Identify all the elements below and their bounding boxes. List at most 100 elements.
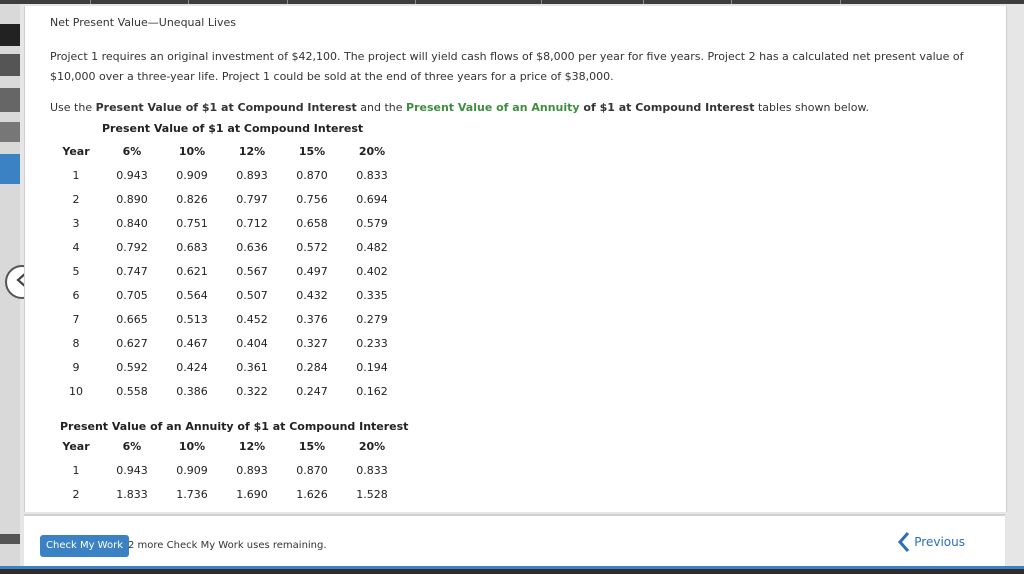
factor-cell: 1.833 [116, 487, 148, 501]
table-row: 7 0.665 0.513 0.452 0.376 0.279 [50, 307, 402, 331]
factor-cell: 0.424 [176, 360, 208, 374]
factor-cell: 0.909 [176, 463, 208, 477]
top-bar-ticks [0, 0, 1024, 4]
factor-cell: 0.507 [236, 288, 268, 302]
factor-cell: 1.690 [236, 487, 268, 501]
factor-cell: 0.592 [116, 360, 148, 374]
factor-cell: 0.513 [176, 312, 208, 326]
year-cell: 5 [72, 264, 80, 278]
year-cell: 4 [72, 240, 80, 254]
factor-cell: 0.747 [116, 264, 148, 278]
pv-table-section: Present Value of $1 at Compound Interest… [50, 122, 995, 403]
factor-cell: 0.751 [176, 216, 208, 230]
year-cell: 2 [72, 487, 80, 501]
factor-cell: 0.467 [176, 336, 208, 350]
column-header-rate: 12% [238, 144, 266, 158]
table-row: 2 1.833 1.736 1.690 1.626 1.528 [50, 482, 402, 506]
factor-cell: 0.386 [176, 384, 208, 398]
factor-cell: 0.432 [296, 288, 328, 302]
table-row: 10 0.558 0.386 0.322 0.247 0.162 [50, 379, 402, 403]
previous-label: Previous [914, 535, 965, 549]
annuity-table-link[interactable]: Present Value of an Annuity [406, 101, 580, 114]
column-header-rate: 10% [178, 439, 206, 453]
factor-cell: 0.335 [356, 288, 388, 302]
factor-cell: 0.705 [116, 288, 148, 302]
factor-cell: 0.893 [236, 463, 268, 477]
factor-cell: 0.284 [296, 360, 328, 374]
factor-cell: 1.626 [296, 487, 328, 501]
instruction-text: Use the Present Value of $1 at Compound … [50, 101, 869, 114]
column-header-rate: 10% [178, 144, 206, 158]
factor-cell: 0.327 [296, 336, 328, 350]
year-cell: 8 [72, 336, 80, 350]
column-header-year: Year [62, 439, 90, 453]
factor-cell: 0.694 [356, 192, 388, 206]
column-header-rate: 6% [122, 144, 142, 158]
year-cell: 9 [72, 360, 80, 374]
page-title: Net Present Value—Unequal Lives [50, 16, 237, 29]
factor-cell: 0.233 [356, 336, 388, 350]
chevron-left-icon [898, 532, 910, 552]
factor-cell: 0.322 [236, 384, 268, 398]
factor-cell: 0.943 [116, 168, 148, 182]
previous-button[interactable]: Previous [898, 532, 965, 552]
table-row: 1 0.943 0.909 0.893 0.870 0.833 [50, 458, 402, 482]
factor-cell: 0.194 [356, 360, 388, 374]
factor-cell: 1.528 [356, 487, 388, 501]
check-my-work-button[interactable]: Check My Work [40, 535, 129, 557]
factor-cell: 0.683 [176, 240, 208, 254]
annuity-table-caption: Present Value of an Annuity of $1 at Com… [60, 420, 409, 433]
footer-bar: Check My Work 2 more Check My Work uses … [24, 514, 1005, 568]
column-header-rate: 20% [358, 439, 386, 453]
factor-cell: 1.736 [176, 487, 208, 501]
factor-cell: 0.712 [236, 216, 268, 230]
year-cell: 3 [72, 216, 80, 230]
problem-text: Project 1 requires an original investmen… [50, 50, 964, 83]
annuity-table: Year 6% 10% 12% 15% 20% 1 0.943 0.909 0.893 0.870… [50, 434, 402, 506]
remaining-uses-text: 2 more Check My Work uses remaining. [128, 540, 327, 551]
column-header-rate: 20% [358, 144, 386, 158]
pv-table-caption: Present Value of $1 at Compound Interest [102, 122, 364, 135]
column-header-rate: 12% [238, 439, 266, 453]
factor-cell: 0.756 [296, 192, 328, 206]
column-header-rate: 6% [122, 439, 142, 453]
table1-reference: Present Value of $1 at Compound Interest [95, 101, 357, 114]
table-row: 8 0.627 0.467 0.404 0.327 0.233 [50, 331, 402, 355]
table-row: 1 0.943 0.909 0.893 0.870 0.833 [50, 163, 402, 187]
table-row: 3 0.840 0.751 0.712 0.658 0.579 [50, 211, 402, 235]
factor-cell: 0.870 [296, 463, 328, 477]
table-row: 2 0.890 0.826 0.797 0.756 0.694 [50, 187, 402, 211]
factor-cell: 0.572 [296, 240, 328, 254]
factor-cell: 0.247 [296, 384, 328, 398]
factor-cell: 0.162 [356, 384, 388, 398]
factor-cell: 0.909 [176, 168, 208, 182]
column-header-rate: 15% [298, 439, 326, 453]
factor-cell: 0.621 [176, 264, 208, 278]
factor-cell: 0.564 [176, 288, 208, 302]
pv-table: Year 6% 10% 12% 15% 20% 1 0.943 0.909 0.893 0.870… [50, 139, 402, 403]
factor-cell: 0.792 [116, 240, 148, 254]
factor-cell: 0.826 [176, 192, 208, 206]
factor-cell: 0.579 [356, 216, 388, 230]
factor-cell: 0.482 [356, 240, 388, 254]
factor-cell: 0.665 [116, 312, 148, 326]
factor-cell: 0.627 [116, 336, 148, 350]
factor-cell: 0.452 [236, 312, 268, 326]
year-cell: 2 [72, 192, 80, 206]
question-panel: Net Present Value—Unequal Lives Project … [24, 6, 1007, 512]
factor-cell: 0.870 [296, 168, 328, 182]
factor-cell: 0.797 [236, 192, 268, 206]
year-cell: 10 [69, 384, 83, 398]
factor-cell: 0.404 [236, 336, 268, 350]
year-cell: 6 [72, 288, 80, 302]
column-header-rate: 15% [298, 144, 326, 158]
factor-cell: 0.558 [116, 384, 148, 398]
factor-cell: 0.943 [116, 463, 148, 477]
table-row: 6 0.705 0.564 0.507 0.432 0.335 [50, 283, 402, 307]
annuity-table-section: Present Value of an Annuity of $1 at Com… [50, 420, 995, 506]
factor-cell: 0.840 [116, 216, 148, 230]
factor-cell: 0.658 [296, 216, 328, 230]
column-header-year: Year [62, 144, 90, 158]
year-cell: 7 [72, 312, 80, 326]
factor-cell: 0.402 [356, 264, 388, 278]
